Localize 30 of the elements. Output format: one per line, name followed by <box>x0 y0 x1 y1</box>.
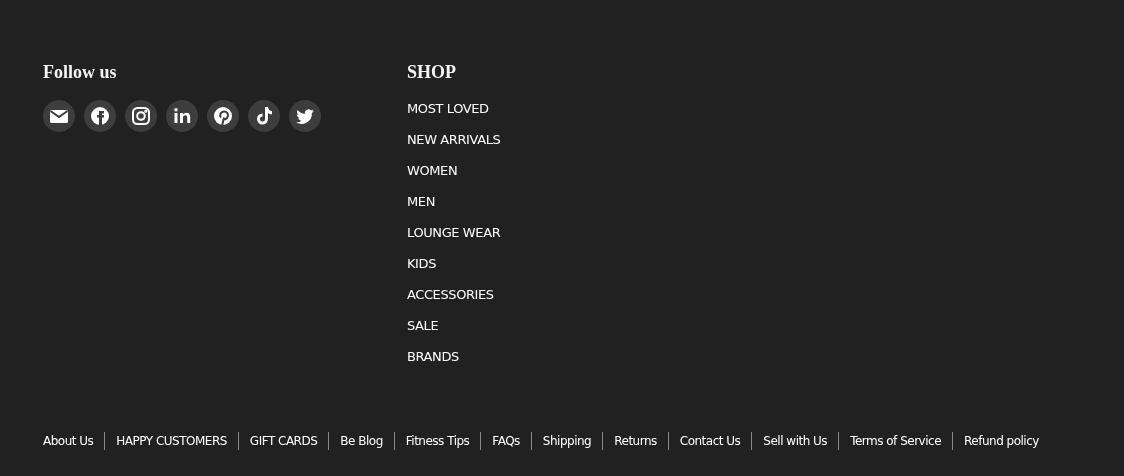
shop-link[interactable]: SALE <box>407 310 439 341</box>
shop-link[interactable]: MEN <box>407 186 435 217</box>
bird-icon[interactable] <box>289 100 321 132</box>
shop-link[interactable]: WOMEN <box>407 155 458 186</box>
footer-link[interactable]: Contact Us <box>679 432 741 450</box>
footer-link[interactable]: Sell with Us <box>763 432 828 450</box>
shop-link[interactable]: KIDS <box>407 248 437 279</box>
facebook-icon[interactable] <box>84 100 116 132</box>
footer-link[interactable]: FAQs <box>492 432 520 450</box>
footer-link[interactable]: Terms of Service <box>850 432 941 450</box>
footer-link[interactable]: Be Blog <box>340 432 383 450</box>
footer-link[interactable]: GIFT CARDS <box>249 432 318 450</box>
shop-heading: SHOP <box>407 61 456 84</box>
footer-link[interactable]: HAPPY CUSTOMERS <box>116 432 227 450</box>
shop-link[interactable]: LOUNGE WEAR <box>407 217 501 248</box>
footer-link[interactable]: Returns <box>614 432 657 450</box>
pinterest-icon[interactable] <box>207 100 239 132</box>
footer-link[interactable]: Fitness Tips <box>405 432 470 450</box>
shop-link[interactable]: NEW ARRIVALS <box>407 124 501 155</box>
shop-link[interactable]: BRANDS <box>407 341 459 372</box>
music-note-icon[interactable] <box>248 100 280 132</box>
footer-link[interactable]: Refund policy <box>964 432 1039 450</box>
follow-heading: Follow us <box>43 61 117 84</box>
linkedin-icon[interactable] <box>166 100 198 132</box>
shop-link[interactable]: ACCESSORIES <box>407 279 494 310</box>
instagram-icon[interactable] <box>125 100 157 132</box>
footer-link[interactable]: Shipping <box>542 432 592 450</box>
envelope-icon[interactable] <box>43 100 75 132</box>
shop-link[interactable]: MOST LOVED <box>407 93 489 124</box>
footer-link[interactable]: About Us <box>43 432 94 450</box>
